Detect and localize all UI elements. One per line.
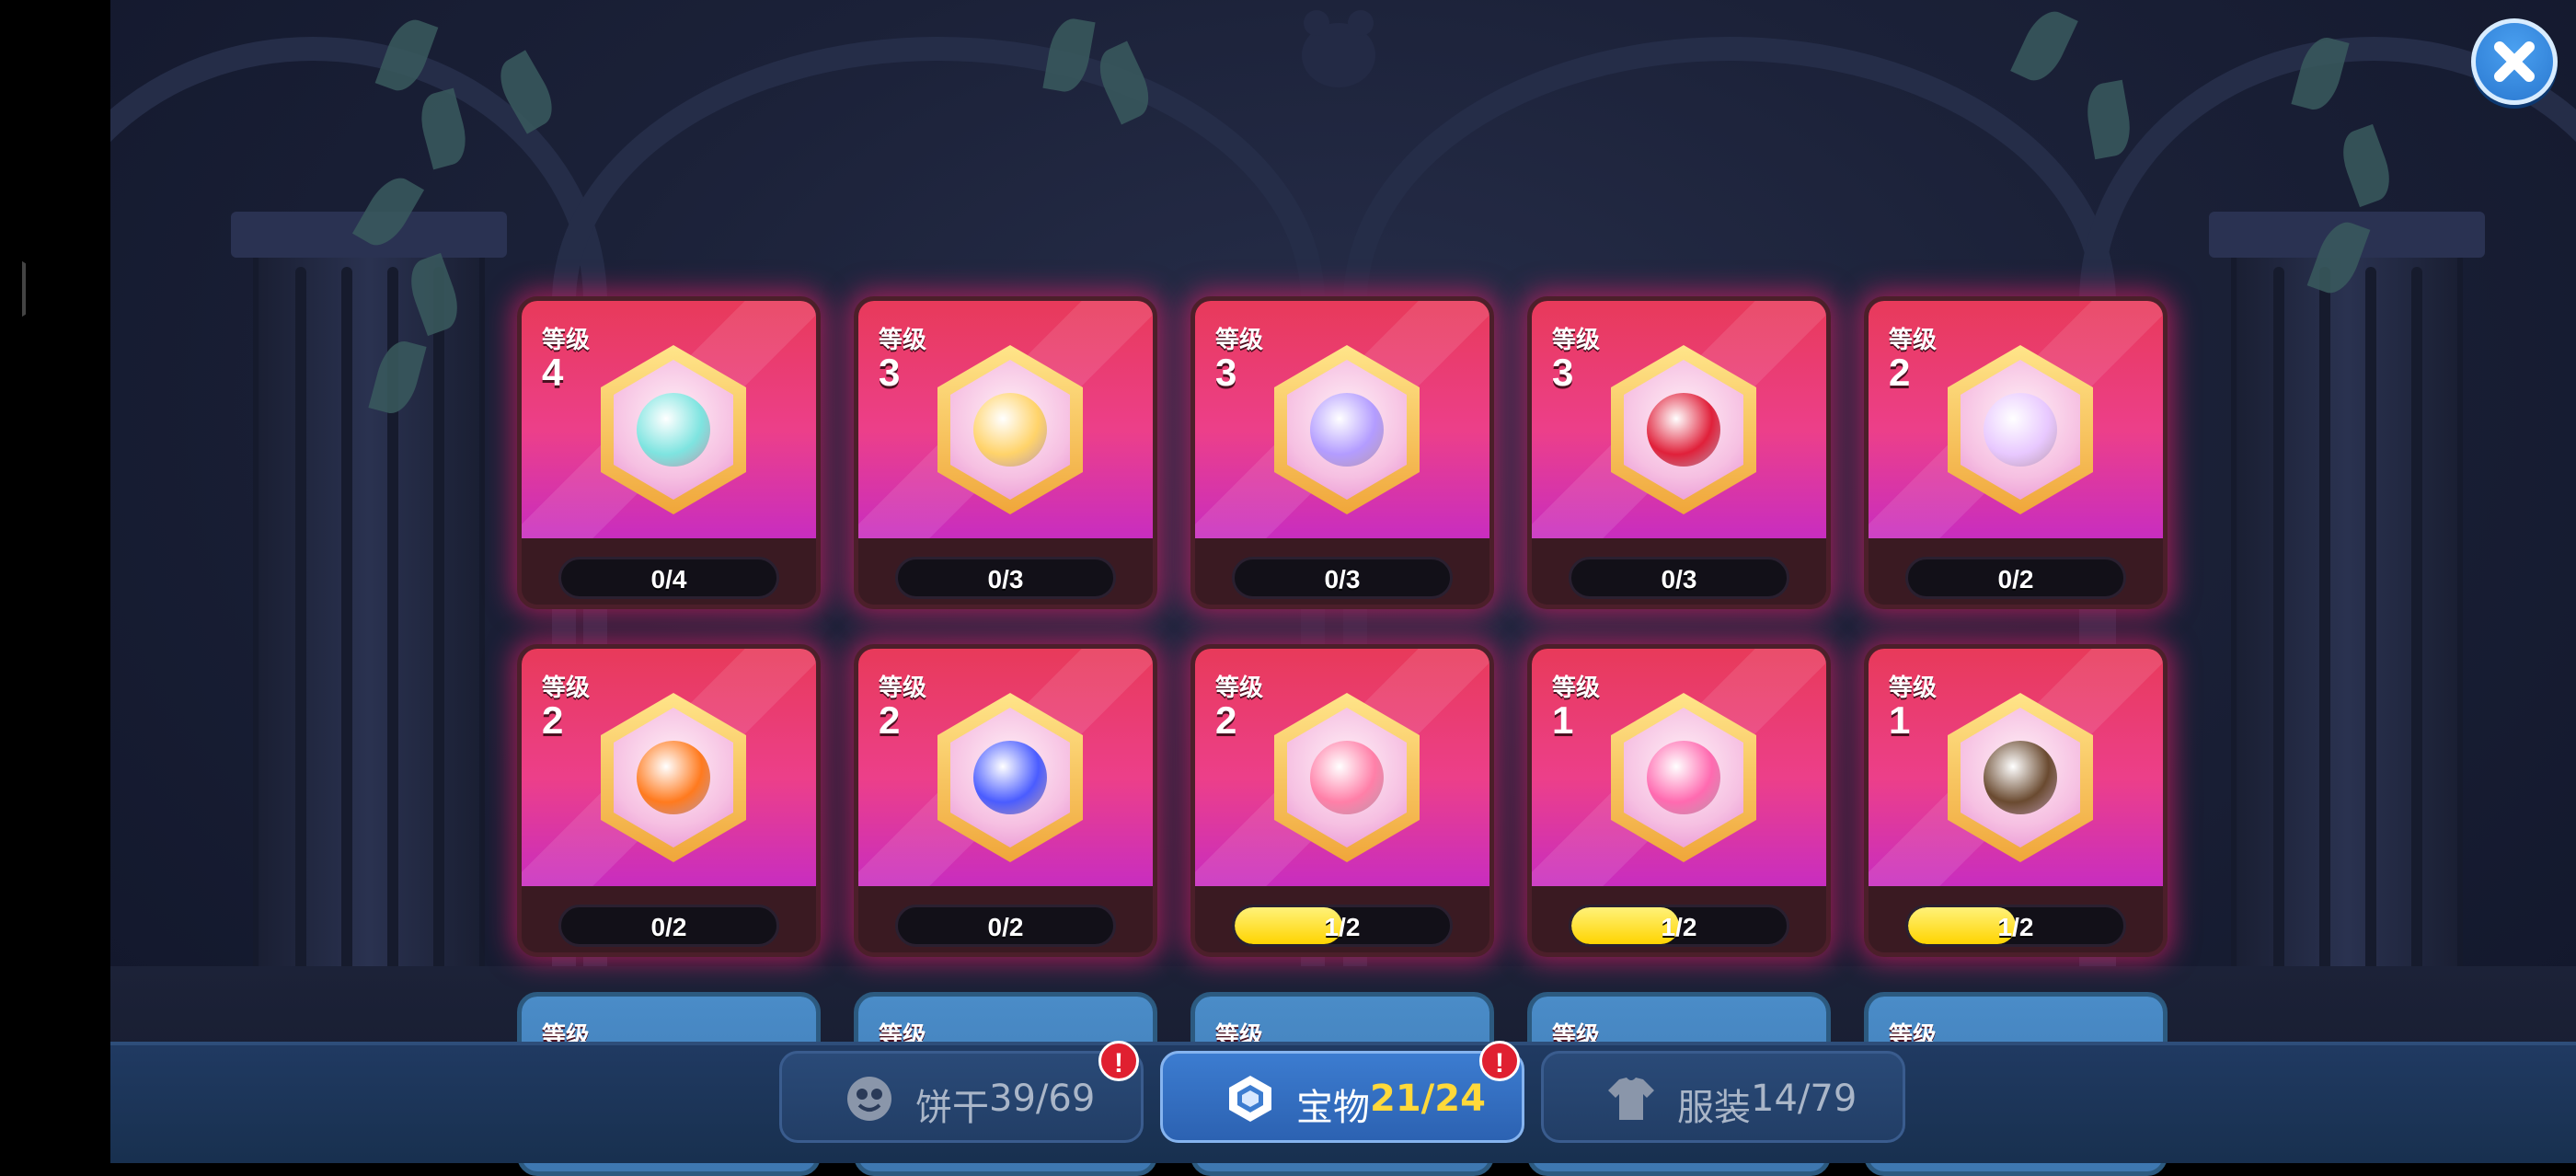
progress-bar: 0/2 xyxy=(895,905,1116,947)
progress-bar: 0/2 xyxy=(558,905,779,947)
level-number: 3 xyxy=(1552,351,1574,394)
treasure-card[interactable]: 等级 1 1/2 xyxy=(1527,644,1831,957)
progress-text: 1/2 xyxy=(1661,913,1697,941)
cat-balloon-icon xyxy=(1647,741,1720,814)
progress-bar: 0/3 xyxy=(1569,557,1789,599)
coconut-drum-icon xyxy=(1984,741,2057,814)
progress-bar: 0/4 xyxy=(558,557,779,599)
tab-treasures[interactable]: 宝物 21/24 ! xyxy=(1160,1041,1524,1143)
progress-bar: 1/2 xyxy=(1905,905,2126,947)
vine-leaf xyxy=(2010,4,2078,88)
left-pillar xyxy=(231,212,507,1058)
holly-berry-icon xyxy=(1647,393,1720,467)
progress-text: 1/2 xyxy=(1324,913,1361,941)
bear-ornament xyxy=(1302,10,1375,87)
tab-cookies-count: 39/69 xyxy=(989,1078,1096,1120)
progress-text: 0/3 xyxy=(987,565,1024,594)
hexagon-gem-icon xyxy=(1229,1076,1271,1122)
progress-text: 0/4 xyxy=(650,565,687,594)
progress-bar: 0/3 xyxy=(895,557,1116,599)
side-frame-decoration xyxy=(0,225,26,352)
progress-text: 0/2 xyxy=(650,913,687,941)
vine-leaf xyxy=(2082,79,2135,160)
tab-treasures-count: 21/24 xyxy=(1370,1078,1486,1120)
crystal-branch-icon xyxy=(637,393,710,467)
treasure-card[interactable]: 等级 3 0/3 xyxy=(1190,296,1494,609)
treasure-card[interactable]: 等级 2 0/2 xyxy=(1864,296,2168,609)
progress-text: 0/3 xyxy=(1324,565,1361,594)
cookie-face-icon xyxy=(847,1077,891,1121)
pink-flamingo-icon xyxy=(1310,741,1384,814)
progress-text: 1/2 xyxy=(1997,913,2034,941)
level-number: 4 xyxy=(542,351,564,394)
treasure-card[interactable]: 等级 2 1/2 xyxy=(1190,644,1494,957)
treasure-card[interactable]: 等级 1 1/2 xyxy=(1864,644,2168,957)
progress-text: 0/3 xyxy=(1661,565,1697,594)
blue-gem-icon xyxy=(973,741,1047,814)
level-number: 2 xyxy=(1889,351,1911,394)
right-pillar xyxy=(2209,212,2485,1058)
treasure-card[interactable]: 等级 2 0/2 xyxy=(517,644,821,957)
level-number: 2 xyxy=(879,698,901,742)
tab-costumes-count: 14/79 xyxy=(1751,1078,1857,1120)
flower-wreath-icon xyxy=(973,393,1047,467)
pocket-watch-icon xyxy=(1310,393,1384,467)
close-button[interactable] xyxy=(2471,18,2558,105)
tab-costumes-label: 服装 xyxy=(1677,1087,1751,1129)
progress-bar: 1/2 xyxy=(1232,905,1453,947)
progress-text: 0/2 xyxy=(1997,565,2034,594)
close-icon xyxy=(2494,41,2535,82)
level-number: 3 xyxy=(879,351,901,394)
treasure-card[interactable]: 等级 3 0/3 xyxy=(854,296,1157,609)
alert-badge: ! xyxy=(1479,1041,1520,1081)
lace-charm-icon xyxy=(1984,393,2057,467)
level-number: 2 xyxy=(1215,698,1237,742)
level-number: 3 xyxy=(1215,351,1237,394)
level-number: 1 xyxy=(1889,698,1911,742)
tab-costumes[interactable]: 服装 14/79 xyxy=(1541,1051,1905,1143)
progress-bar: 0/2 xyxy=(1905,557,2126,599)
tab-treasures-label: 宝物 xyxy=(1296,1087,1370,1129)
treasure-card[interactable]: 等级 3 0/3 xyxy=(1527,296,1831,609)
flame-crown-icon xyxy=(637,741,710,814)
progress-bar: 0/3 xyxy=(1232,557,1453,599)
tab-cookies[interactable]: 饼干 39/69 ! xyxy=(779,1041,1144,1143)
progress-bar: 1/2 xyxy=(1569,905,1789,947)
shirt-icon xyxy=(1608,1078,1654,1120)
level-number: 1 xyxy=(1552,698,1574,742)
treasure-card[interactable]: 等级 4 0/4 xyxy=(517,296,821,609)
progress-text: 0/2 xyxy=(987,913,1024,941)
alert-badge: ! xyxy=(1098,1041,1139,1081)
tab-cookies-label: 饼干 xyxy=(915,1087,989,1129)
level-number: 2 xyxy=(542,698,564,742)
treasure-card[interactable]: 等级 2 0/2 xyxy=(854,644,1157,957)
